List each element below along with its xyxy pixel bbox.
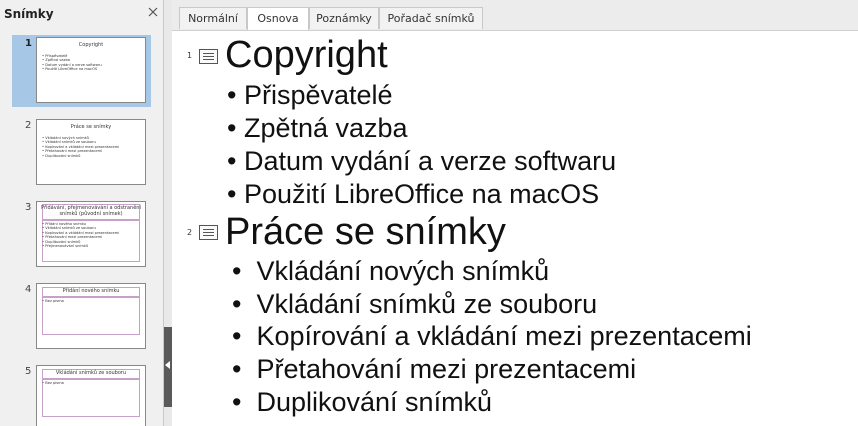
outline-bullet-text: Zpětná vazba [243,113,408,143]
outline-bullet[interactable]: • Datum vydání a verze softwaru [227,146,616,176]
slide-icon [199,49,218,64]
slide-preview-line: • Bez písma [42,299,64,303]
outline-slide-number: 1 [187,51,193,60]
slide-thumbnail-4[interactable]: 4 Přidání nového snímku • Bez písma [12,281,151,353]
outline-bullet[interactable]: • Vkládání snímků ze souboru [232,289,597,319]
tab-outline[interactable]: Osnova [247,7,309,30]
slide-number: 1 [25,38,32,49]
slides-panel: Snímky 1 Copyright • Přispěvatelé • Zpět… [0,0,164,426]
slide-icon [199,225,218,240]
outline-slide-number: 2 [187,228,193,237]
outline-bullet[interactable]: • Vkládání nových snímků [232,256,549,286]
tab-slide-sorter[interactable]: Pořadač snímků [379,7,483,29]
slide-preview: Vkládání snímků ze souboru • Bez písma [36,365,146,426]
outline-slide-title[interactable]: Copyright [225,35,388,75]
outline-slide-title[interactable]: Práce se snímky [225,212,506,252]
outline-bullet-text: Vkládání snímků ze souboru [256,289,598,319]
tab-notes[interactable]: Poznámky [309,7,379,29]
slide-number: 2 [25,120,32,131]
slide-preview-line: • Použití LibreOffice na macOS [42,67,98,72]
outline-bullet[interactable]: • Kopírování a vkládání mezi prezentacem… [232,321,752,351]
outline-bullet-text: Kopírování a vkládání mezi prezentacemi [256,321,752,351]
close-icon[interactable] [146,5,160,19]
outline-bullet-text: Přetahování mezi prezentacemi [256,354,637,384]
slide-preview: Copyright • Přispěvatelé • Zpětná vazba … [36,37,146,103]
slide-preview-line: • Přejmenovávání snímků [42,244,89,249]
view-tab-bar: Normální Osnova Poznámky Pořadač snímků [172,0,858,31]
slides-panel-title: Snímky [4,7,54,21]
slide-number: 3 [25,202,32,213]
slide-preview: Přidávání, přejmenovávání a odstranění s… [36,201,146,267]
slide-preview-title: Přidávání, přejmenovávání a odstranění s… [41,205,141,217]
slide-preview-title: Copyright [78,42,104,48]
outline-bullet[interactable]: • Přetahování mezi prezentacemi [232,354,636,384]
outline-bullet[interactable]: • Duplikování snímků [232,387,492,417]
outline-bullet-text: Přispěvatelé [243,80,393,110]
slide-thumbnail-1[interactable]: 1 Copyright • Přispěvatelé • Zpětná vazb… [12,35,151,107]
slide-thumbnail-2[interactable]: 2 Práce se snímky • Vkládání nových sním… [12,117,151,189]
collapse-arrow-icon [165,361,170,369]
slide-thumbnail-3[interactable]: 3 Přidávání, přejmenovávání a odstranění… [12,199,151,271]
slide-preview-content: • Vkládání nových snímků • Vkládání sním… [42,136,141,158]
outline-bullet-text: Duplikování snímků [256,387,493,417]
slide-preview-content: • Přidání nového snímku • Vkládání snímk… [42,222,141,248]
outline-bullet[interactable]: • Použití LibreOffice na macOS [227,179,599,209]
slide-preview-title: Práce se snímky [70,124,112,130]
outline-bullet[interactable]: • Přispěvatelé [227,80,393,110]
slide-thumbnail-5[interactable]: 5 Vkládání snímků ze souboru • Bez písma [12,363,151,426]
outline-bullet-text: Vkládání nových snímků [256,256,550,286]
slide-preview: Práce se snímky • Vkládání nových snímků… [36,119,146,185]
slide-preview-line: • Bez písma [42,381,64,385]
outline-bullet[interactable]: • Zpětná vazba [227,113,408,143]
slide-preview-content: • Přispěvatelé • Zpětná vazba • Datum vy… [42,54,141,72]
slide-preview-title: Přidání nového snímku [62,288,120,294]
slide-preview-content: • Bez písma [42,299,141,303]
tab-normal[interactable]: Normální [179,7,247,29]
slides-panel-header: Snímky [0,0,163,28]
slide-number: 5 [25,366,32,377]
slide-preview: Přidání nového snímku • Bez písma [36,283,146,349]
slide-thumbnail-list: 1 Copyright • Přispěvatelé • Zpětná vazb… [0,33,163,426]
outline-bullet-text: Použití LibreOffice na macOS [243,179,600,209]
slide-preview-line: • Duplikování snímků [42,153,81,158]
outline-bullet-text: Datum vydání a verze softwaru [243,146,617,176]
slide-number: 4 [25,284,32,295]
slide-preview-content: • Bez písma [42,381,141,385]
outline-view[interactable]: 1 Copyright • Přispěvatelé • Zpětná vazb… [172,31,858,426]
slide-preview-title: Vkládání snímků ze souboru [55,370,127,376]
